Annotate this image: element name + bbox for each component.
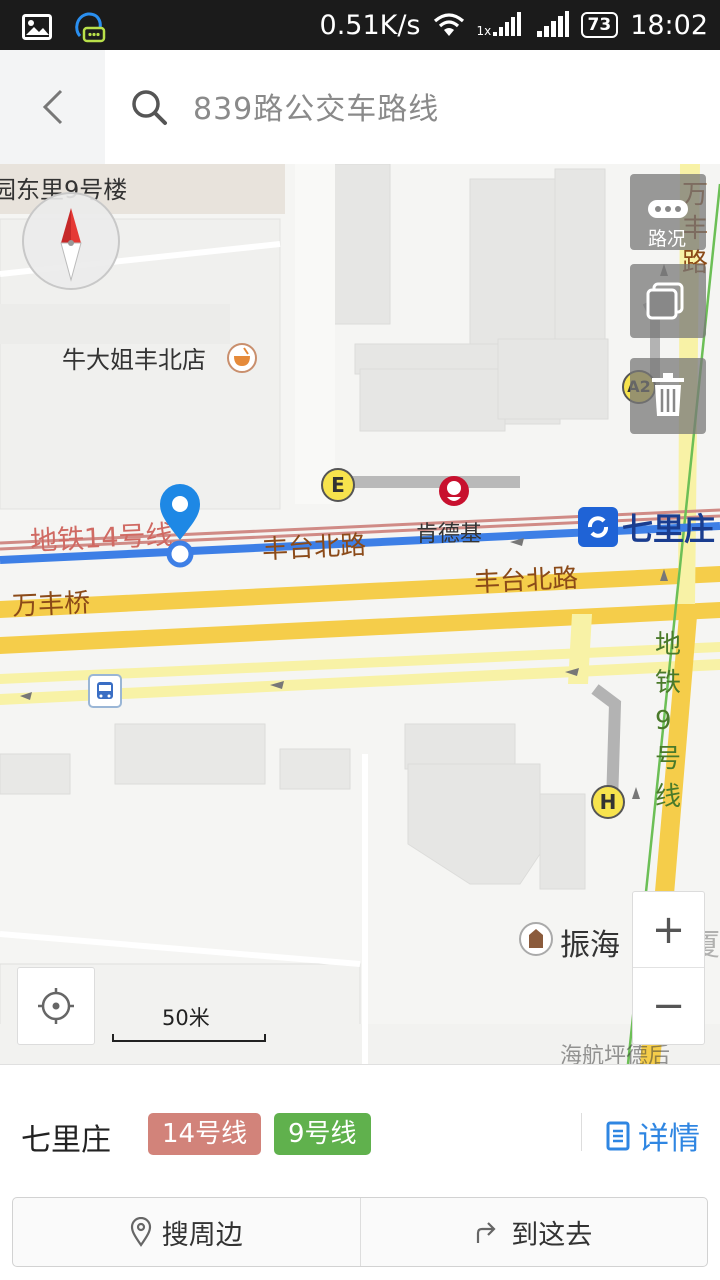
action-bar: 搜周边 到这去	[12, 1197, 708, 1267]
network-speed: 0.51K/s	[319, 9, 421, 41]
sim2-signal-icon	[536, 11, 569, 37]
traffic-icon	[648, 200, 688, 218]
restaurant-label: 牛大姐丰北店	[62, 346, 206, 374]
zoom-out-button[interactable]: −	[633, 968, 704, 1044]
location-outline-icon	[130, 1217, 151, 1247]
battery-indicator: 73	[580, 12, 619, 38]
details-button[interactable]: 详情	[606, 1113, 700, 1158]
navigate-arrow-icon	[477, 1222, 496, 1243]
station-info-panel: 七里庄 14号线 9号线 详情 搜周边 到这去	[0, 1064, 720, 1280]
divider	[581, 1113, 582, 1151]
wifi-icon	[433, 13, 464, 36]
sim1-signal-icon: 1x	[477, 10, 523, 40]
station-name: 七里庄	[21, 1123, 111, 1158]
document-icon	[606, 1121, 630, 1150]
metro-9-label: 地铁9号线	[655, 630, 682, 812]
crosshair-icon	[38, 988, 74, 1024]
compass-button[interactable]	[22, 192, 120, 290]
clock: 18:02	[630, 9, 708, 41]
zhenhai-label: 振海	[560, 928, 620, 963]
kfc-label: 肯德基	[416, 522, 483, 547]
back-button[interactable]	[0, 50, 105, 164]
bus-stop-icon[interactable]	[88, 674, 122, 708]
zoom-controls: + −	[632, 891, 705, 1045]
exit-e-marker[interactable]: E	[321, 468, 355, 502]
line-badge-14: 14号线	[148, 1113, 262, 1155]
compass-needle-icon	[60, 208, 82, 282]
search-nearby-button[interactable]: 搜周边	[13, 1198, 360, 1266]
map-view[interactable]: 园东里9号楼 牛大姐丰北店 肯德基 地铁14号线 丰台北路 丰台北路 万丰桥 万…	[0, 164, 720, 1064]
map-scale: 50米	[112, 1000, 266, 1044]
restaurant-poi-icon[interactable]	[226, 342, 258, 374]
line-badge-9: 9号线	[274, 1113, 371, 1155]
chat-notification-icon	[75, 12, 106, 43]
locate-me-button[interactable]	[17, 967, 95, 1045]
search-icon	[132, 90, 167, 125]
zoom-in-button[interactable]: +	[633, 892, 704, 968]
road-label-fengtai-north: 丰台北路	[261, 530, 367, 566]
gallery-icon	[22, 14, 52, 40]
exit-h-marker[interactable]: H	[591, 785, 625, 819]
road-label-wanfeng-bridge: 万丰桥	[11, 588, 91, 622]
metro-14-label: 地铁14号线	[29, 519, 174, 558]
clear-map-button[interactable]	[630, 358, 706, 434]
search-input[interactable]: 839路公交车路线	[193, 84, 439, 128]
kfc-poi-icon[interactable]	[438, 475, 470, 507]
status-bar: 0.51K/s 1x 73 18:02	[0, 0, 720, 50]
app-root: 0.51K/s 1x 73 18:02 839路公交车路线 园东里9号楼 牛大姐…	[0, 0, 720, 1280]
station-map-label: 七里庄	[622, 512, 715, 548]
go-here-button[interactable]: 到这去	[359, 1198, 708, 1266]
road-label-fengtai-north-2: 丰台北路	[473, 563, 579, 599]
location-pin-icon[interactable]	[156, 482, 208, 572]
layers-button[interactable]	[630, 264, 706, 338]
back-arrow-icon	[42, 89, 62, 125]
search-header: 839路公交车路线	[0, 50, 720, 164]
metro-station-icon[interactable]	[578, 507, 618, 547]
traffic-button[interactable]: 路况	[630, 174, 706, 250]
trash-icon	[652, 373, 684, 416]
building-poi-icon[interactable]	[518, 921, 554, 957]
layers-icon	[646, 282, 684, 320]
